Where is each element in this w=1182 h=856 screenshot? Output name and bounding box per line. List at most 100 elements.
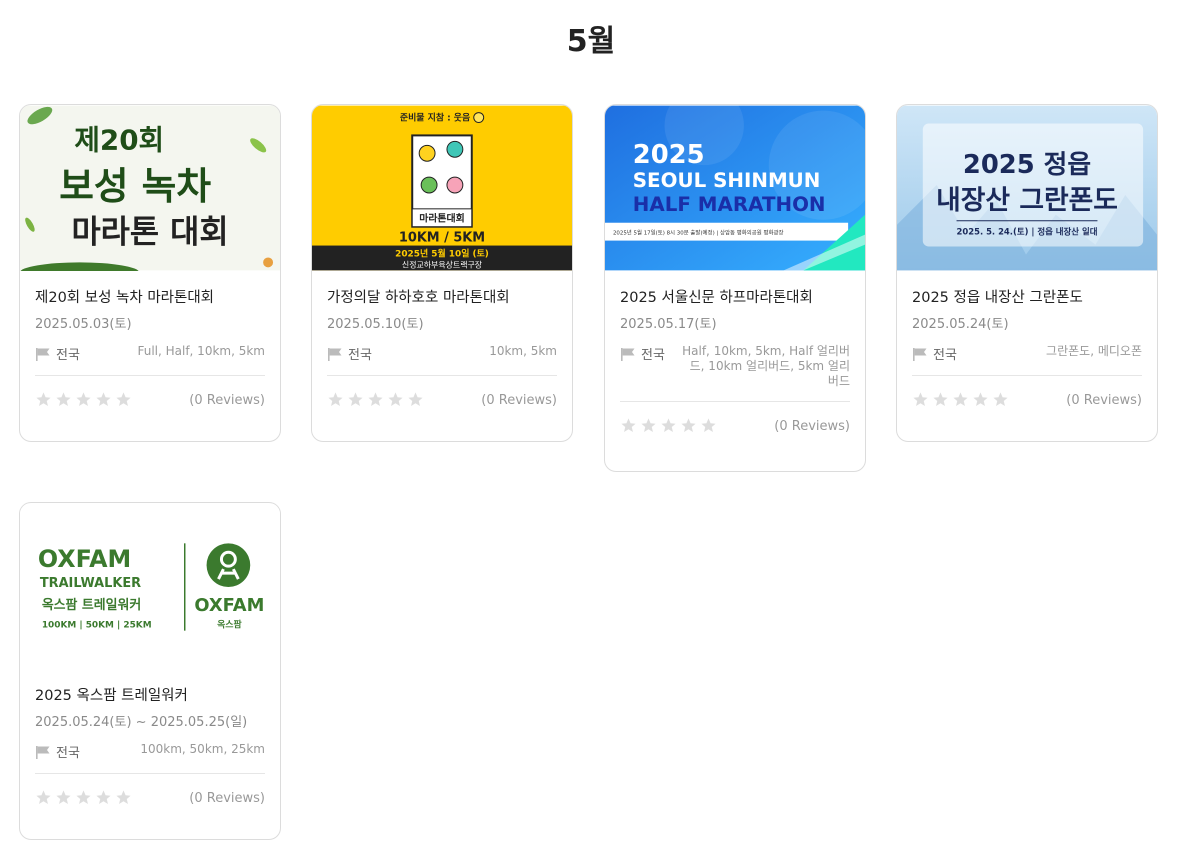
review-count[interactable]: (0 Reviews) <box>189 791 265 806</box>
banner-name: 마라톤대회 <box>419 212 465 225</box>
event-region: 전국 <box>912 344 957 363</box>
event-card[interactable]: 제20회 보성 녹차 마라톤 대회 제20회 보성 녹차 마라톤대회 2025.… <box>19 104 281 442</box>
star-icon <box>953 391 968 406</box>
star-icon <box>661 417 676 432</box>
star-icon <box>913 391 928 406</box>
star-rating <box>35 391 132 408</box>
banner-line4: 100KM | 50KM | 25KM <box>42 621 152 631</box>
event-title[interactable]: 2025 서울신문 하프마라톤대회 <box>620 289 850 307</box>
event-region: 전국 <box>35 742 80 761</box>
event-title[interactable]: 가정의달 하하호호 마라톤대회 <box>327 289 557 307</box>
star-rating <box>327 391 424 408</box>
event-region: 전국 <box>327 344 372 363</box>
event-thumbnail[interactable]: 2025 SEOUL SHINMUN HALF MARATHON 2025년 5… <box>605 105 865 271</box>
banner-line3: 옥스팜 트레일워커 <box>42 597 141 613</box>
banner-line2: 보성 녹차 <box>59 164 211 208</box>
banner-brand-kr: 옥스팜 <box>217 619 242 631</box>
event-banner-image: OXFAM TRAILWALKER 옥스팜 트레일워커 100KM | 50KM… <box>20 503 280 669</box>
star-icon <box>993 391 1008 406</box>
event-card[interactable]: OXFAM TRAILWALKER 옥스팜 트레일워커 100KM | 50KM… <box>19 502 281 840</box>
star-icon <box>973 391 988 406</box>
banner-brand: OXFAM <box>194 595 264 616</box>
event-thumbnail[interactable]: 2025 정읍 내장산 그란폰도 2025. 5. 24.(토) | 정읍 내장… <box>897 105 1157 271</box>
event-title[interactable]: 2025 옥스팜 트레일워커 <box>35 687 265 705</box>
flag-icon <box>36 745 50 759</box>
event-title[interactable]: 제20회 보성 녹차 마라톤대회 <box>35 289 265 307</box>
event-courses: 100km, 50km, 25km <box>140 742 265 756</box>
banner-top: 준비물 지참 : 웃음 <box>400 112 470 124</box>
event-courses: 10km, 5km <box>489 344 557 358</box>
star-icon <box>96 789 111 804</box>
star-icon <box>76 789 91 804</box>
event-courses: Full, Half, 10km, 5km <box>137 344 265 358</box>
event-date: 2025.05.03(토) <box>35 317 132 332</box>
star-icon <box>641 417 656 432</box>
event-date: 2025.05.10(토) <box>327 317 424 332</box>
banner-line3: 마라톤 대회 <box>71 215 228 251</box>
review-count[interactable]: (0 Reviews) <box>189 393 265 408</box>
star-icon <box>328 391 343 406</box>
event-card[interactable]: 2025 정읍 내장산 그란폰도 2025. 5. 24.(토) | 정읍 내장… <box>896 104 1158 442</box>
region-label: 전국 <box>56 348 80 363</box>
banner-line1: 제20회 <box>74 123 164 156</box>
star-icon <box>76 391 91 406</box>
banner-line1: 2025 <box>633 140 705 170</box>
star-icon <box>933 391 948 406</box>
event-banner-image: 준비물 지참 : 웃음 마라톤대회 10KM / 5KM 2025년 5월 10… <box>312 105 572 271</box>
star-icon <box>36 391 51 406</box>
flag-icon <box>36 347 50 361</box>
event-region: 전국 <box>620 344 665 363</box>
star-icon <box>116 391 131 406</box>
banner-km: 10KM / 5KM <box>399 231 485 246</box>
event-title[interactable]: 2025 정읍 내장산 그란폰도 <box>912 289 1142 307</box>
flag-icon <box>328 347 342 361</box>
event-date: 2025.05.24(토) <box>912 317 1009 332</box>
event-thumbnail[interactable]: OXFAM TRAILWALKER 옥스팜 트레일워커 100KM | 50KM… <box>20 503 280 669</box>
flag-icon <box>913 347 927 361</box>
event-date: 2025.05.17(토) <box>620 317 717 332</box>
banner-line2: 내장산 그란폰도 <box>936 185 1118 216</box>
star-icon <box>348 391 363 406</box>
event-thumbnail[interactable]: 준비물 지참 : 웃음 마라톤대회 10KM / 5KM 2025년 5월 10… <box>312 105 572 271</box>
star-icon <box>681 417 696 432</box>
event-banner-image: 2025 정읍 내장산 그란폰도 2025. 5. 24.(토) | 정읍 내장… <box>897 105 1157 271</box>
star-rating <box>35 789 132 806</box>
event-region: 전국 <box>35 344 80 363</box>
star-icon <box>56 789 71 804</box>
region-label: 전국 <box>348 348 372 363</box>
event-card[interactable]: 2025 SEOUL SHINMUN HALF MARATHON 2025년 5… <box>604 104 866 472</box>
event-banner-image: 2025 SEOUL SHINMUN HALF MARATHON 2025년 5… <box>605 105 865 271</box>
banner-place: 신정교하부육상트랙구장 <box>402 259 482 269</box>
flag-icon <box>621 347 635 361</box>
star-icon <box>408 391 423 406</box>
star-icon <box>621 417 636 432</box>
event-courses: Half, 10km, 5km, Half 얼리버드, 10km 얼리버드, 5… <box>682 344 850 388</box>
region-label: 전국 <box>56 746 80 761</box>
star-icon <box>368 391 383 406</box>
region-label: 전국 <box>641 348 665 363</box>
banner-info: 2025년 5월 17일(토) 8시 30분 출발(예정) | 상암동 평화의공… <box>613 229 784 237</box>
star-icon <box>388 391 403 406</box>
banner-line3: HALF MARATHON <box>633 193 826 216</box>
star-icon <box>96 391 111 406</box>
banner-line2: TRAILWALKER <box>40 576 141 591</box>
star-icon <box>116 789 131 804</box>
event-banner-image: 제20회 보성 녹차 마라톤 대회 <box>20 105 280 271</box>
banner-date: 2025년 5월 10일 (토) <box>395 247 489 259</box>
review-count[interactable]: (0 Reviews) <box>481 393 557 408</box>
review-count[interactable]: (0 Reviews) <box>1066 393 1142 408</box>
star-icon <box>36 789 51 804</box>
event-thumbnail[interactable]: 제20회 보성 녹차 마라톤 대회 <box>20 105 280 271</box>
banner-line2: SEOUL SHINMUN <box>633 169 821 192</box>
star-rating <box>620 417 717 434</box>
page-title: 5월 <box>566 24 616 59</box>
star-icon <box>56 391 71 406</box>
event-card[interactable]: 준비물 지참 : 웃음 마라톤대회 10KM / 5KM 2025년 5월 10… <box>311 104 573 442</box>
event-courses: 그란폰도, 메디오폰 <box>1046 344 1142 358</box>
banner-line1: OXFAM <box>38 545 131 573</box>
event-date: 2025.05.24(토) ~ 2025.05.25(일) <box>35 715 248 730</box>
banner-line1: 2025 정읍 <box>963 150 1091 180</box>
review-count[interactable]: (0 Reviews) <box>774 419 850 434</box>
star-icon <box>701 417 716 432</box>
banner-info: 2025. 5. 24.(토) | 정읍 내장산 일대 <box>957 227 1098 237</box>
